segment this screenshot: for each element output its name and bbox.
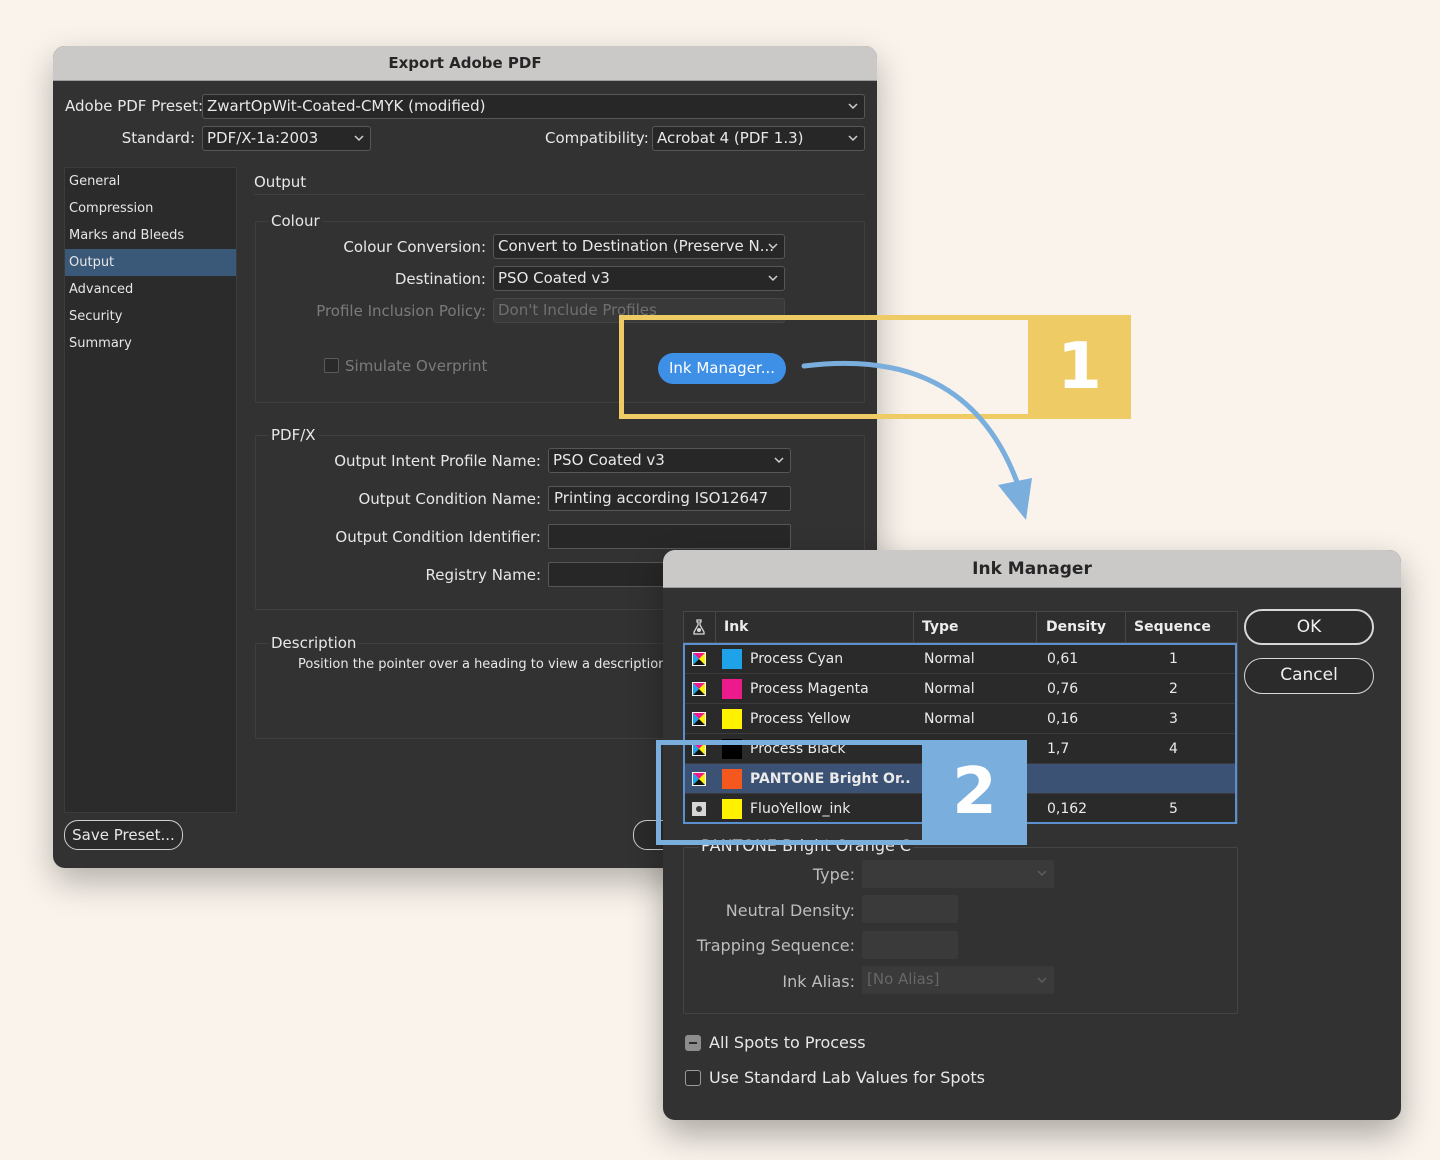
colour-conversion-label: Colour Conversion: [343, 238, 486, 256]
colour-group-title: Colour [269, 212, 322, 230]
destination-label: Destination: [394, 270, 486, 288]
column-header-sequence[interactable]: Sequence [1134, 612, 1211, 643]
preset-value: ZwartOpWit-Coated-CMYK (modified) [207, 97, 486, 115]
all-spots-to-process-label: All Spots to Process [709, 1033, 866, 1052]
cancel-button[interactable]: Cancel [1244, 658, 1374, 694]
arrow-icon [801, 360, 1032, 520]
output-intent-value: PSO Coated v3 [553, 451, 665, 469]
save-preset-button[interactable]: Save Preset... [64, 820, 183, 850]
sidebar-item-marks-and-bleeds[interactable]: Marks and Bleeds [65, 222, 236, 249]
section-title: Output [254, 173, 307, 191]
neutral-density-field [862, 895, 958, 923]
destination-value: PSO Coated v3 [498, 269, 610, 287]
sidebar-item-summary[interactable]: Summary [65, 330, 236, 357]
preset-label: Adobe PDF Preset: [65, 97, 204, 115]
pdfx-group-title: PDF/X [269, 426, 318, 444]
compatibility-label: Compatibility: [545, 129, 649, 147]
column-divider [913, 612, 914, 643]
chevron-down-icon [1037, 870, 1047, 877]
description-text: Position the pointer over a heading to v… [298, 657, 671, 672]
column-divider [1036, 612, 1037, 643]
output-intent-select[interactable]: PSO Coated v3 [548, 448, 791, 473]
dialog-title: Ink Manager [663, 550, 1401, 588]
all-spots-to-process-checkbox[interactable] [685, 1035, 701, 1051]
column-header-type[interactable]: Type [922, 612, 959, 643]
output-condition-identifier-field[interactable] [548, 524, 791, 549]
ink-alias-select: [No Alias] [862, 966, 1054, 994]
trapping-sequence-label: Trapping Sequence: [696, 936, 855, 955]
table-header: Ink Type Density Sequence [684, 612, 1237, 643]
output-intent-label: Output Intent Profile Name: [334, 452, 541, 470]
ink-alias-value: [No Alias] [867, 970, 940, 988]
sidebar-item-output[interactable]: Output [65, 249, 236, 276]
section-divider [254, 194, 865, 195]
colour-conversion-value: Convert to Destination (Preserve N... [498, 237, 775, 255]
column-divider [1125, 612, 1126, 643]
sidebar-item-general[interactable]: General [65, 168, 236, 195]
chevron-down-icon [768, 275, 778, 282]
destination-select[interactable]: PSO Coated v3 [493, 266, 785, 291]
dialog-title: Export Adobe PDF [53, 46, 877, 81]
chevron-down-icon [1037, 977, 1047, 984]
chevron-down-icon [848, 135, 858, 142]
compatibility-select[interactable]: Acrobat 4 (PDF 1.3) [652, 126, 865, 151]
type-select [862, 860, 1054, 888]
description-title: Description [269, 634, 359, 652]
output-condition-identifier-label: Output Condition Identifier: [335, 528, 541, 546]
sidebar-item-advanced[interactable]: Advanced [65, 276, 236, 303]
standard-lab-values-label: Use Standard Lab Values for Spots [709, 1068, 985, 1087]
chevron-down-icon [768, 243, 778, 250]
column-divider [715, 612, 716, 643]
ink-alias-label: Ink Alias: [782, 972, 855, 991]
chevron-down-icon [848, 103, 858, 110]
column-header-density[interactable]: Density [1046, 612, 1106, 643]
type-label: Type: [812, 865, 855, 884]
standard-lab-values-checkbox[interactable] [685, 1070, 701, 1086]
trapping-sequence-field [862, 931, 958, 959]
column-header-ink[interactable]: Ink [724, 612, 749, 643]
chevron-down-icon [774, 457, 784, 464]
sidebar: General Compression Marks and Bleeds Out… [64, 167, 237, 813]
colour-conversion-select[interactable]: Convert to Destination (Preserve N... [493, 234, 785, 259]
standard-label: Standard: [121, 129, 195, 147]
ok-button[interactable]: OK [1244, 609, 1374, 645]
output-condition-name-label: Output Condition Name: [358, 490, 541, 508]
sidebar-item-compression[interactable]: Compression [65, 195, 236, 222]
sidebar-item-security[interactable]: Security [65, 303, 236, 330]
neutral-density-label: Neutral Density: [725, 901, 855, 920]
ink-type-icon [693, 619, 705, 635]
profile-inclusion-label: Profile Inclusion Policy: [316, 302, 486, 320]
simulate-overprint-checkbox[interactable] [324, 358, 339, 373]
compatibility-value: Acrobat 4 (PDF 1.3) [657, 129, 804, 147]
chevron-down-icon [354, 135, 364, 142]
standard-select[interactable]: PDF/X-1a:2003 [202, 126, 371, 151]
preset-select[interactable]: ZwartOpWit-Coated-CMYK (modified) [202, 94, 865, 119]
simulate-overprint-label: Simulate Overprint [345, 357, 488, 375]
registry-name-label: Registry Name: [425, 566, 541, 584]
output-condition-name-field[interactable]: Printing according ISO12647 [548, 486, 791, 511]
standard-value: PDF/X-1a:2003 [207, 129, 319, 147]
callout-badge-2: 2 [922, 740, 1027, 845]
